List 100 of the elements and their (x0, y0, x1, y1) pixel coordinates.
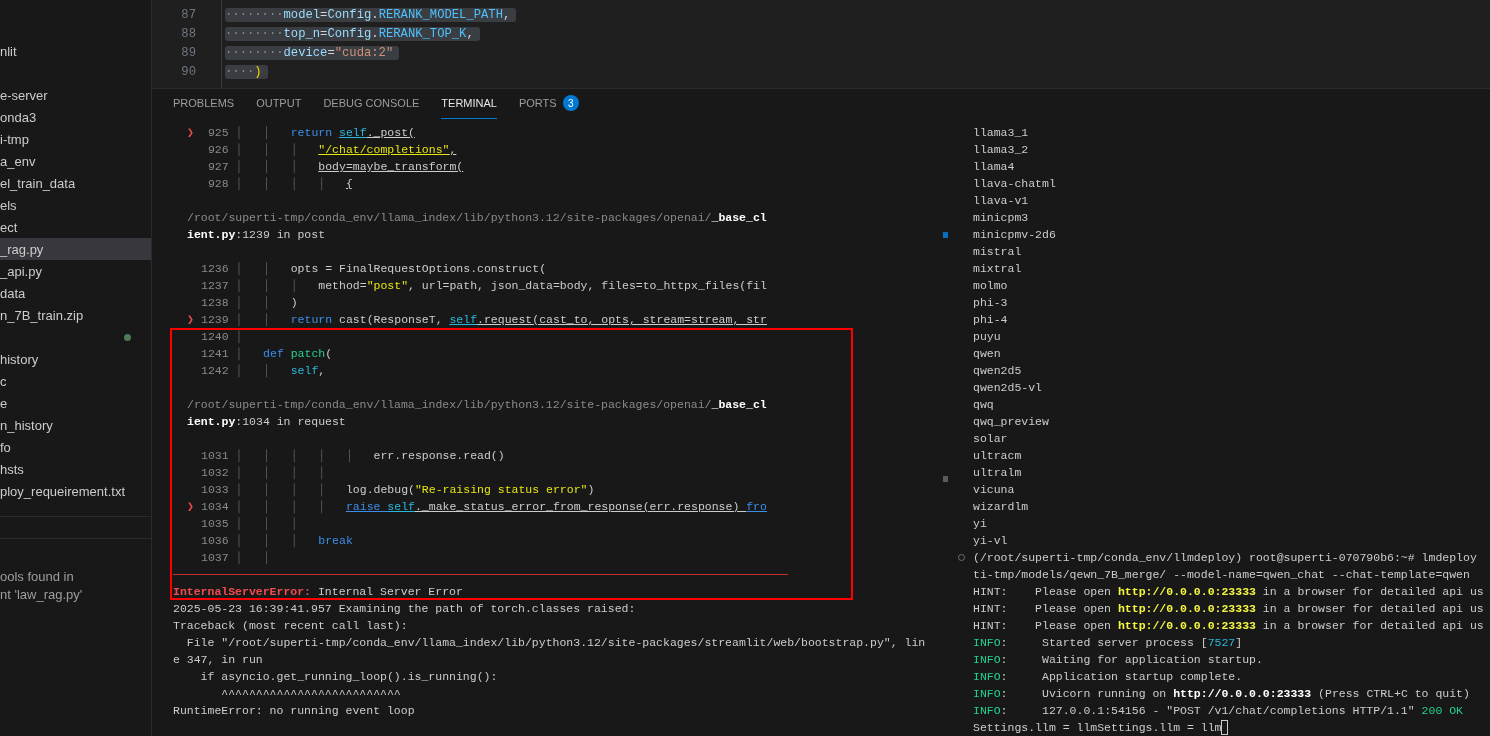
line-number: 88 (180, 26, 196, 41)
file-item[interactable]: _api.py (0, 260, 151, 282)
terminal-line: ti-tmp/models/qewn_7B_merge/ --model-name=qwen_chat --chat-template=qwen (973, 567, 1470, 583)
terminal-line: INFO: Uvicorn running on http://0.0.0.0:23333 (Press CTRL+C to quit) (973, 686, 1470, 702)
file-item[interactable]: i-tmp (0, 128, 151, 150)
file-item[interactable]: el_train_data (0, 172, 151, 194)
panel-tab[interactable]: OUTPUT (256, 88, 302, 119)
line-number: 90 (180, 64, 196, 79)
terminal-line: Traceback (most recent call last): (173, 618, 408, 634)
code-editor[interactable]: 87 ········model=Config.RERANK_MODEL_PATH, 88 ········top_n=Config.RERANK_TOP_K, 89 ········device="cuda:2" 90 ····) (152, 0, 1490, 89)
terminal-line: minicpmv-2d6 (973, 227, 1056, 243)
terminal-line: solar (973, 431, 1008, 447)
terminal-line: ultralm (973, 465, 1022, 481)
line-number: 1238 (201, 295, 229, 311)
terminal-line: llava-chatml (973, 176, 1056, 192)
terminal-line: HINT: Please open http://0.0.0.0:23333 in a browser for detailed api us (973, 601, 1484, 617)
file-item[interactable]: hsts (0, 458, 151, 480)
scroll-marker (943, 476, 948, 482)
panel-tab[interactable]: PROBLEMS (173, 88, 235, 119)
terminal-line: yi-vl (973, 533, 1008, 549)
file-item[interactable]: ect (0, 216, 151, 238)
line-number: 89 (180, 45, 196, 60)
file-item[interactable]: e-server (0, 84, 151, 106)
terminal-line: qwen2d5 (973, 363, 1022, 379)
terminal-line: INFO: Application startup complete. (973, 669, 1243, 685)
file-item[interactable]: e (0, 392, 151, 414)
count-badge: 3 (562, 95, 579, 112)
terminal-line: puyu (973, 329, 1001, 345)
line-number: 1242 (201, 363, 229, 379)
terminal-line: if asyncio.get_running_loop().is_running(): (199, 669, 498, 685)
code-line: │ │ │ body=maybe_transform( (234, 159, 464, 175)
panel-tab[interactable]: PORTS 3 (518, 88, 579, 119)
line-number: 1034 (201, 499, 229, 515)
file-item[interactable]: _rag.py (0, 238, 151, 260)
file-item[interactable]: n_history (0, 414, 151, 436)
file-item[interactable]: history (0, 348, 151, 370)
line-number: 1032 (201, 465, 229, 481)
file-item[interactable]: n_7B_train.zip (0, 304, 151, 326)
terminal-line: mistral (973, 244, 1022, 260)
line-number: 1239 (201, 312, 229, 328)
terminal-line: vicuna (973, 482, 1015, 498)
terminal-line: molmo (973, 278, 1008, 294)
terminal-line: HINT: Please open http://0.0.0.0:23333 in a browser for detailed api us (973, 618, 1484, 634)
file-item[interactable]: ploy_requeirement.txt (0, 480, 151, 502)
terminal-line: mixtral (973, 261, 1022, 277)
line-number: 1237 (201, 278, 229, 294)
code-line: │ (234, 329, 243, 345)
line-number: 925 (206, 125, 229, 141)
line-number: 928 (206, 176, 229, 192)
terminal-line: llama3_1 (973, 125, 1029, 141)
terminal-line: wizardlm (973, 499, 1029, 515)
code-line: │ │ opts = FinalRequestOptions.construct( (234, 261, 547, 277)
terminal-line: ultracm (973, 448, 1022, 464)
line-number: 1241 (201, 346, 229, 362)
text-cursor (1221, 720, 1229, 735)
outline-message: ools found in (0, 568, 75, 586)
terminal-line: INFO: Started server process [7527] (973, 635, 1243, 651)
line-number: 1037 (201, 550, 229, 566)
file-item[interactable]: els (0, 194, 151, 216)
file-item[interactable]: onda3 (0, 106, 151, 128)
terminal-line: RuntimeError: no running event loop (173, 703, 415, 719)
terminal-line: 2025-05-23 16:39:41.957 Examining the path of torch.classes raised: (173, 601, 636, 617)
code-line: │ │ │ │ raise self._make_status_error_from_response(err.response) fro (234, 499, 767, 515)
line-number: 926 (206, 142, 229, 158)
line-number: 1035 (201, 516, 229, 532)
terminal-line: InternalServerError: Internal Server Error (173, 584, 463, 600)
traceback-path: ient.py:1239 in post (187, 227, 326, 243)
code-line: │ │ │ "/chat/completions", (234, 142, 457, 158)
terminal-line: INFO: Waiting for application startup. (973, 652, 1263, 668)
file-item[interactable]: a_env (0, 150, 151, 172)
terminal-line: minicpm3 (973, 210, 1029, 226)
terminal-line: llama3_2 (973, 142, 1029, 158)
terminal-line: qwen (973, 346, 1001, 362)
error-marker: ❯ (187, 499, 195, 515)
file-item[interactable]: fo (0, 436, 151, 458)
line-number: 927 (206, 159, 229, 175)
line-number: 1240 (201, 329, 229, 345)
terminal-line: INFO: 127.0.0.1:54156 - "POST /v1/chat/completions HTTP/1.1" 200 OK (973, 703, 1463, 719)
traceback-path: ient.py:1034 in request (187, 414, 346, 430)
file-item[interactable]: nlit (0, 40, 151, 62)
outline-message: nt 'law_rag.py' (0, 586, 84, 604)
error-marker: ❯ (187, 125, 195, 141)
terminal-line: qwq (973, 397, 994, 413)
terminal-line: llava-v1 (973, 193, 1029, 209)
code-line: │ │ │ │ log.debug("Re-raising status error") (234, 482, 595, 498)
terminal-line: qwq_preview (973, 414, 1049, 430)
code-line: │ │ return cast(ResponseT, self.request(cast_to, opts, stream=stream, str (234, 312, 767, 328)
terminal-line: ^^^^^^^^^^^^^^^^^^^^^^^^^^ (220, 686, 401, 702)
file-item[interactable]: c (0, 370, 151, 392)
terminal-line: (/root/superti-tmp/conda_env/llmdeploy) root@superti-070790b6:~# lmdeploy (973, 550, 1477, 566)
traceback-path: /root/superti-tmp/conda_env/llama_index/lib/python3.12/site-packages/openai/_base_cl (187, 397, 767, 413)
code-line: │ │ (234, 550, 270, 566)
line-number: 1236 (201, 261, 229, 277)
scroll-marker (943, 232, 948, 238)
file-item[interactable]: data (0, 282, 151, 304)
code-line: │ │ │ break (234, 533, 353, 549)
code-line: │ │ │ │ { (234, 176, 353, 192)
panel-tab[interactable]: DEBUG CONSOLE (323, 88, 420, 119)
line-number: 1036 (201, 533, 229, 549)
code-line: │ │ │ │ │ err.response.read() (234, 448, 505, 464)
